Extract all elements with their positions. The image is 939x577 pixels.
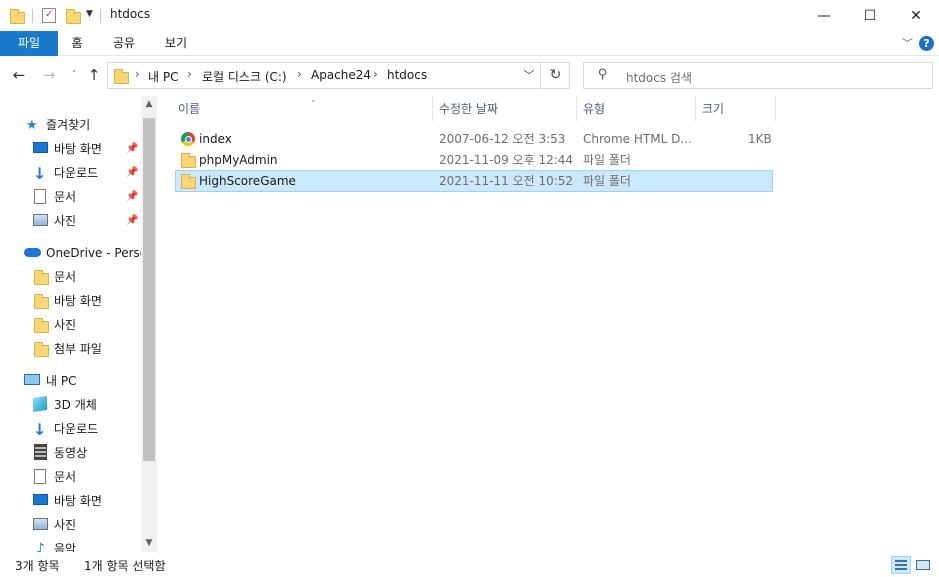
document-icon bbox=[34, 189, 46, 204]
folder-icon bbox=[10, 9, 25, 24]
folder-icon bbox=[180, 173, 196, 189]
column-header-size[interactable]: 크기 bbox=[696, 96, 776, 121]
nav-qa-pictures[interactable]: 사진 📌 bbox=[32, 210, 140, 232]
address-bar[interactable]: › 내 PC › 로컬 디스크 (C:) › Apache24 › htdocs bbox=[107, 62, 541, 89]
ribbon-tabs: 파일 홈 공유 보기 ﹀ ? bbox=[0, 31, 939, 56]
film-icon bbox=[34, 444, 47, 460]
scroll-down-chevron-icon[interactable]: ▼ bbox=[141, 538, 157, 548]
music-note-icon: ♪ bbox=[36, 541, 45, 552]
details-view-button[interactable] bbox=[891, 556, 911, 574]
up-arrow-icon[interactable]: ↑ bbox=[84, 64, 104, 86]
breadcrumb-separator-icon[interactable]: › bbox=[297, 67, 302, 81]
sort-chevron-icon: ˄ bbox=[311, 100, 316, 110]
pin-icon[interactable]: 📌 bbox=[126, 210, 138, 232]
file-row-index[interactable]: index 2007-06-12 오전 3:53 Chrome HTML D..… bbox=[175, 128, 773, 150]
nav-scrollbar[interactable]: ▲ ▼ bbox=[141, 96, 157, 552]
folder-icon bbox=[180, 152, 196, 168]
properties-icon[interactable]: ✓ bbox=[42, 8, 56, 23]
help-icon[interactable]: ? bbox=[919, 36, 934, 51]
item-count: 3개 항목 bbox=[15, 559, 60, 573]
pictures-icon bbox=[33, 214, 48, 226]
breadcrumb-separator-icon[interactable]: › bbox=[373, 67, 378, 81]
star-icon: ★ bbox=[26, 118, 38, 133]
breadcrumb-local-disk[interactable]: 로컬 디스크 (C:) bbox=[202, 68, 287, 85]
breadcrumb-apache24[interactable]: Apache24 bbox=[311, 68, 371, 82]
status-bar: 3개 항목 1개 항목 선택함 bbox=[0, 552, 939, 577]
selection-count: 1개 항목 선택함 bbox=[84, 559, 166, 573]
document-icon bbox=[34, 469, 46, 484]
navigation-bar: ← → ˅ ↑ › 내 PC › 로컬 디스크 (C:) › Apache24 … bbox=[0, 56, 939, 96]
breadcrumb-htdocs[interactable]: htdocs bbox=[387, 68, 427, 82]
search-icon: ⚲ bbox=[598, 67, 608, 82]
address-folder-icon bbox=[114, 69, 129, 84]
pin-icon[interactable]: 📌 bbox=[126, 162, 138, 184]
pictures-icon bbox=[33, 518, 48, 530]
pin-icon[interactable]: 📌 bbox=[126, 138, 138, 160]
quick-access-divider bbox=[32, 9, 33, 23]
navigation-pane: ★ 즐겨찾기 바탕 화면 📌 ↓ 다운로드 📌 문서 📌 사진 📌 OneDri… bbox=[0, 96, 157, 552]
tab-view[interactable]: 보기 bbox=[152, 31, 200, 56]
desktop-icon bbox=[33, 142, 48, 153]
back-arrow-icon[interactable]: ← bbox=[9, 64, 29, 86]
new-folder-icon[interactable] bbox=[66, 9, 81, 24]
expand-ribbon-chevron-icon[interactable]: ﹀ bbox=[902, 35, 913, 51]
breadcrumb-this-pc[interactable]: 내 PC bbox=[148, 68, 178, 85]
column-header-name[interactable]: 이름 ˄ bbox=[172, 96, 433, 121]
file-row-phpmyadmin[interactable]: phpMyAdmin 2021-11-09 오후 12:44 파일 폴더 bbox=[175, 149, 773, 171]
breadcrumb-separator-icon[interactable]: › bbox=[135, 67, 140, 81]
column-header-modified[interactable]: 수정한 날짜 bbox=[433, 96, 577, 121]
close-button[interactable]: ✕ bbox=[893, 0, 939, 31]
chrome-icon bbox=[180, 131, 196, 147]
folder-icon bbox=[34, 342, 49, 357]
desktop-icon bbox=[33, 494, 48, 505]
address-history-chevron-icon[interactable]: ﹀ bbox=[517, 62, 541, 89]
download-arrow-icon: ↓ bbox=[33, 420, 47, 439]
nav-qa-desktop[interactable]: 바탕 화면 📌 bbox=[32, 138, 140, 160]
scrollbar-thumb[interactable] bbox=[143, 118, 155, 461]
large-icons-view-button[interactable] bbox=[913, 556, 933, 574]
window-title: htdocs bbox=[110, 7, 151, 21]
scroll-up-chevron-icon[interactable]: ▲ bbox=[141, 99, 157, 109]
refresh-icon[interactable]: ↻ bbox=[542, 62, 570, 89]
nav-qa-downloads[interactable]: ↓ 다운로드 📌 bbox=[32, 162, 140, 184]
file-list: 이름 ˄ 수정한 날짜 유형 크기 index 2007-06-12 오전 3:… bbox=[157, 96, 939, 552]
customize-toolbar-chevron-icon[interactable]: ▼ bbox=[86, 9, 93, 19]
title-bar: ✓ ▼ htdocs — ☐ ✕ bbox=[0, 0, 939, 31]
cube-3d-icon bbox=[33, 396, 47, 412]
download-arrow-icon: ↓ bbox=[33, 164, 47, 183]
recent-locations-chevron-icon[interactable]: ˅ bbox=[64, 64, 84, 86]
tab-home[interactable]: 홈 bbox=[58, 31, 96, 56]
folder-icon bbox=[34, 318, 49, 333]
search-placeholder: htdocs 검색 bbox=[626, 71, 693, 85]
minimize-button[interactable]: — bbox=[801, 0, 847, 31]
pin-icon[interactable]: 📌 bbox=[126, 186, 138, 208]
nav-qa-documents[interactable]: 문서 📌 bbox=[32, 186, 140, 208]
tab-share[interactable]: 공유 bbox=[100, 31, 148, 56]
file-row-highscoregame[interactable]: HighScoreGame 2021-11-11 오전 10:52 파일 폴더 bbox=[175, 170, 773, 192]
title-divider bbox=[100, 9, 101, 23]
computer-icon bbox=[24, 374, 40, 385]
details-view-icon bbox=[895, 560, 907, 570]
column-header-type[interactable]: 유형 bbox=[577, 96, 696, 121]
maximize-button[interactable]: ☐ bbox=[847, 0, 893, 31]
large-icons-view-icon bbox=[916, 560, 930, 570]
breadcrumb-separator-icon[interactable]: › bbox=[187, 67, 192, 81]
folder-icon bbox=[34, 294, 49, 309]
search-input[interactable]: ⚲ htdocs 검색 bbox=[583, 62, 933, 89]
forward-arrow-icon[interactable]: → bbox=[39, 64, 59, 86]
onedrive-cloud-icon bbox=[24, 248, 41, 257]
folder-icon bbox=[34, 270, 49, 285]
tab-file[interactable]: 파일 bbox=[0, 31, 58, 56]
